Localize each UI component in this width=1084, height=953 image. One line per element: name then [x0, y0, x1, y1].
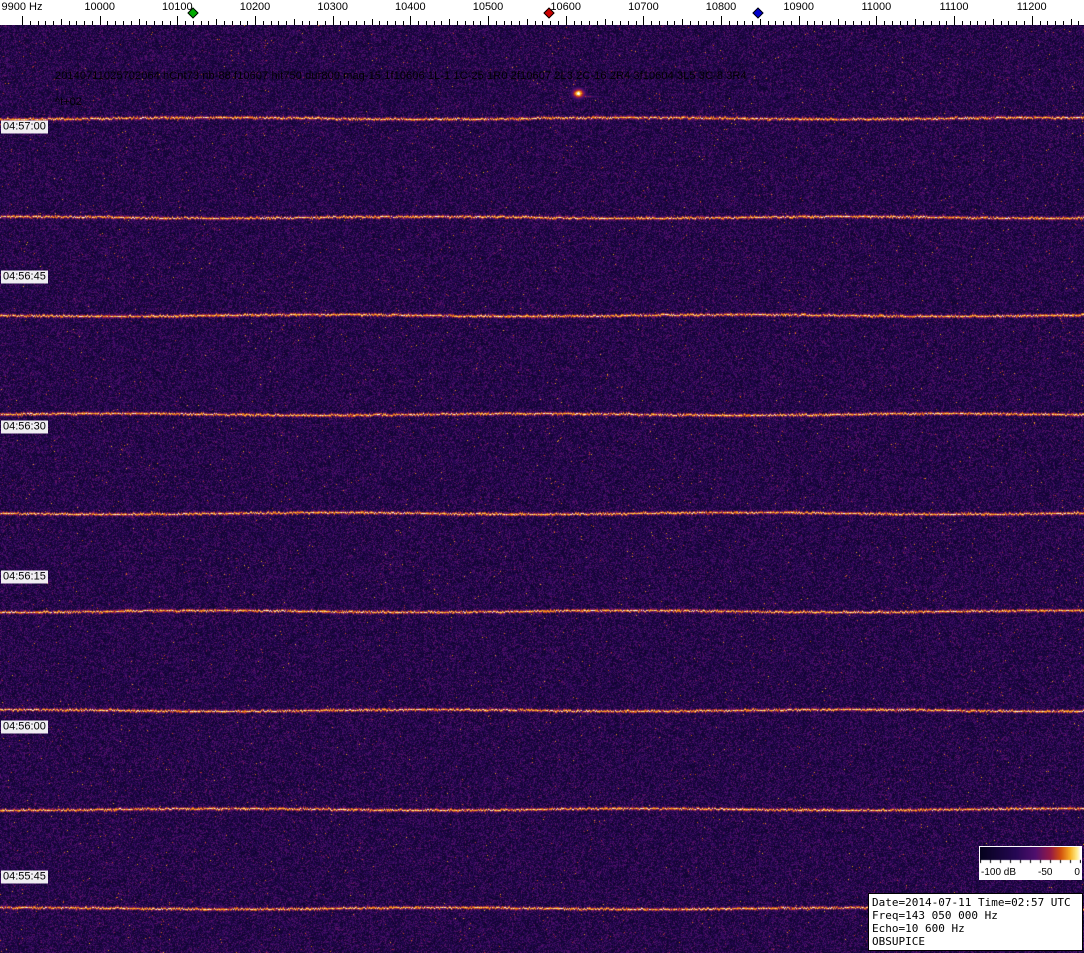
ruler-tick [1031, 16, 1033, 25]
ruler-frequency-label: 10500 [472, 1, 504, 13]
ruler-frequency-label: 11100 [939, 1, 969, 13]
ruler-tick [565, 16, 567, 25]
ruler-frequency-label: 10200 [239, 1, 271, 13]
colorbar-max-label: 0 [1074, 867, 1080, 878]
time-label: 04:56:00 [1, 720, 48, 734]
ruler-frequency-label: 10800 [705, 1, 737, 13]
time-label: 04:57:00 [1, 120, 48, 134]
ruler-tick [643, 16, 645, 25]
ruler-tick [488, 16, 489, 25]
info-date-line: Date=2014-07-11 Time=02:57 UTC [872, 896, 1071, 909]
ruler-tick [255, 16, 256, 25]
intensity-colorbar: -100 dB -50 0 [979, 846, 1082, 880]
colorbar-labels: -100 dB -50 0 [980, 867, 1081, 879]
ruler-tick [876, 16, 878, 25]
time-label: 04:56:45 [1, 270, 48, 284]
ruler-tick [721, 16, 722, 25]
ruler-frequency-label: 11200 [1016, 1, 1047, 13]
detection-text: 20140711025702064 hCnt73 nb-88 f10607 hi… [55, 70, 747, 82]
colorbar-min-label: -100 dB [981, 867, 1017, 878]
info-freq-line: Freq=143 050 000 Hz [872, 909, 998, 922]
ruler-tick [798, 16, 800, 25]
ruler-tick [332, 16, 334, 25]
ruler-tick [410, 16, 412, 25]
spectrogram-canvas [0, 25, 1084, 953]
info-echo-line: Echo=10 600 Hz [872, 922, 965, 935]
spectrogram-screen: 9900 Hz 10000 10100 10200 10300 10400 10500 106… [0, 0, 1084, 953]
ruler-tick [99, 16, 101, 25]
time-offset-label: ^t+02 [55, 96, 82, 108]
frequency-ruler: 9900 Hz 10000 10100 10200 10300 10400 10500 106… [0, 0, 1084, 25]
ruler-frequency-label: 10000 [84, 1, 115, 13]
ruler-frequency-label: 10600 [550, 1, 581, 13]
ruler-frequency-label: 10400 [395, 1, 426, 13]
time-label: 04:55:45 [1, 870, 48, 884]
ruler-frequency-label: 10900 [783, 1, 814, 13]
ruler-frequency-label: 11000 [861, 1, 892, 13]
ruler-frequency-label: 9900 Hz [1, 1, 43, 13]
ruler-frequency-label: 10700 [628, 1, 659, 13]
ruler-frequency-label: 10300 [317, 1, 348, 13]
ruler-tick [954, 16, 955, 25]
colorbar-gradient [980, 847, 1081, 867]
info-station-line: OBSUPICE [872, 935, 925, 948]
ruler-tick [22, 16, 23, 25]
ruler-tick [177, 16, 179, 25]
colorbar-mid-label: -50 [1038, 867, 1053, 878]
observation-info-box: Date=2014-07-11 Time=02:57 UTC Freq=143 … [868, 893, 1083, 951]
marker-diamond-blue[interactable] [752, 7, 764, 19]
time-label: 04:56:30 [1, 420, 48, 434]
spectrogram-plot: 20140711025702064 hCnt73 nb-88 f10607 hi… [0, 25, 1084, 953]
time-label: 04:56:15 [1, 570, 48, 584]
